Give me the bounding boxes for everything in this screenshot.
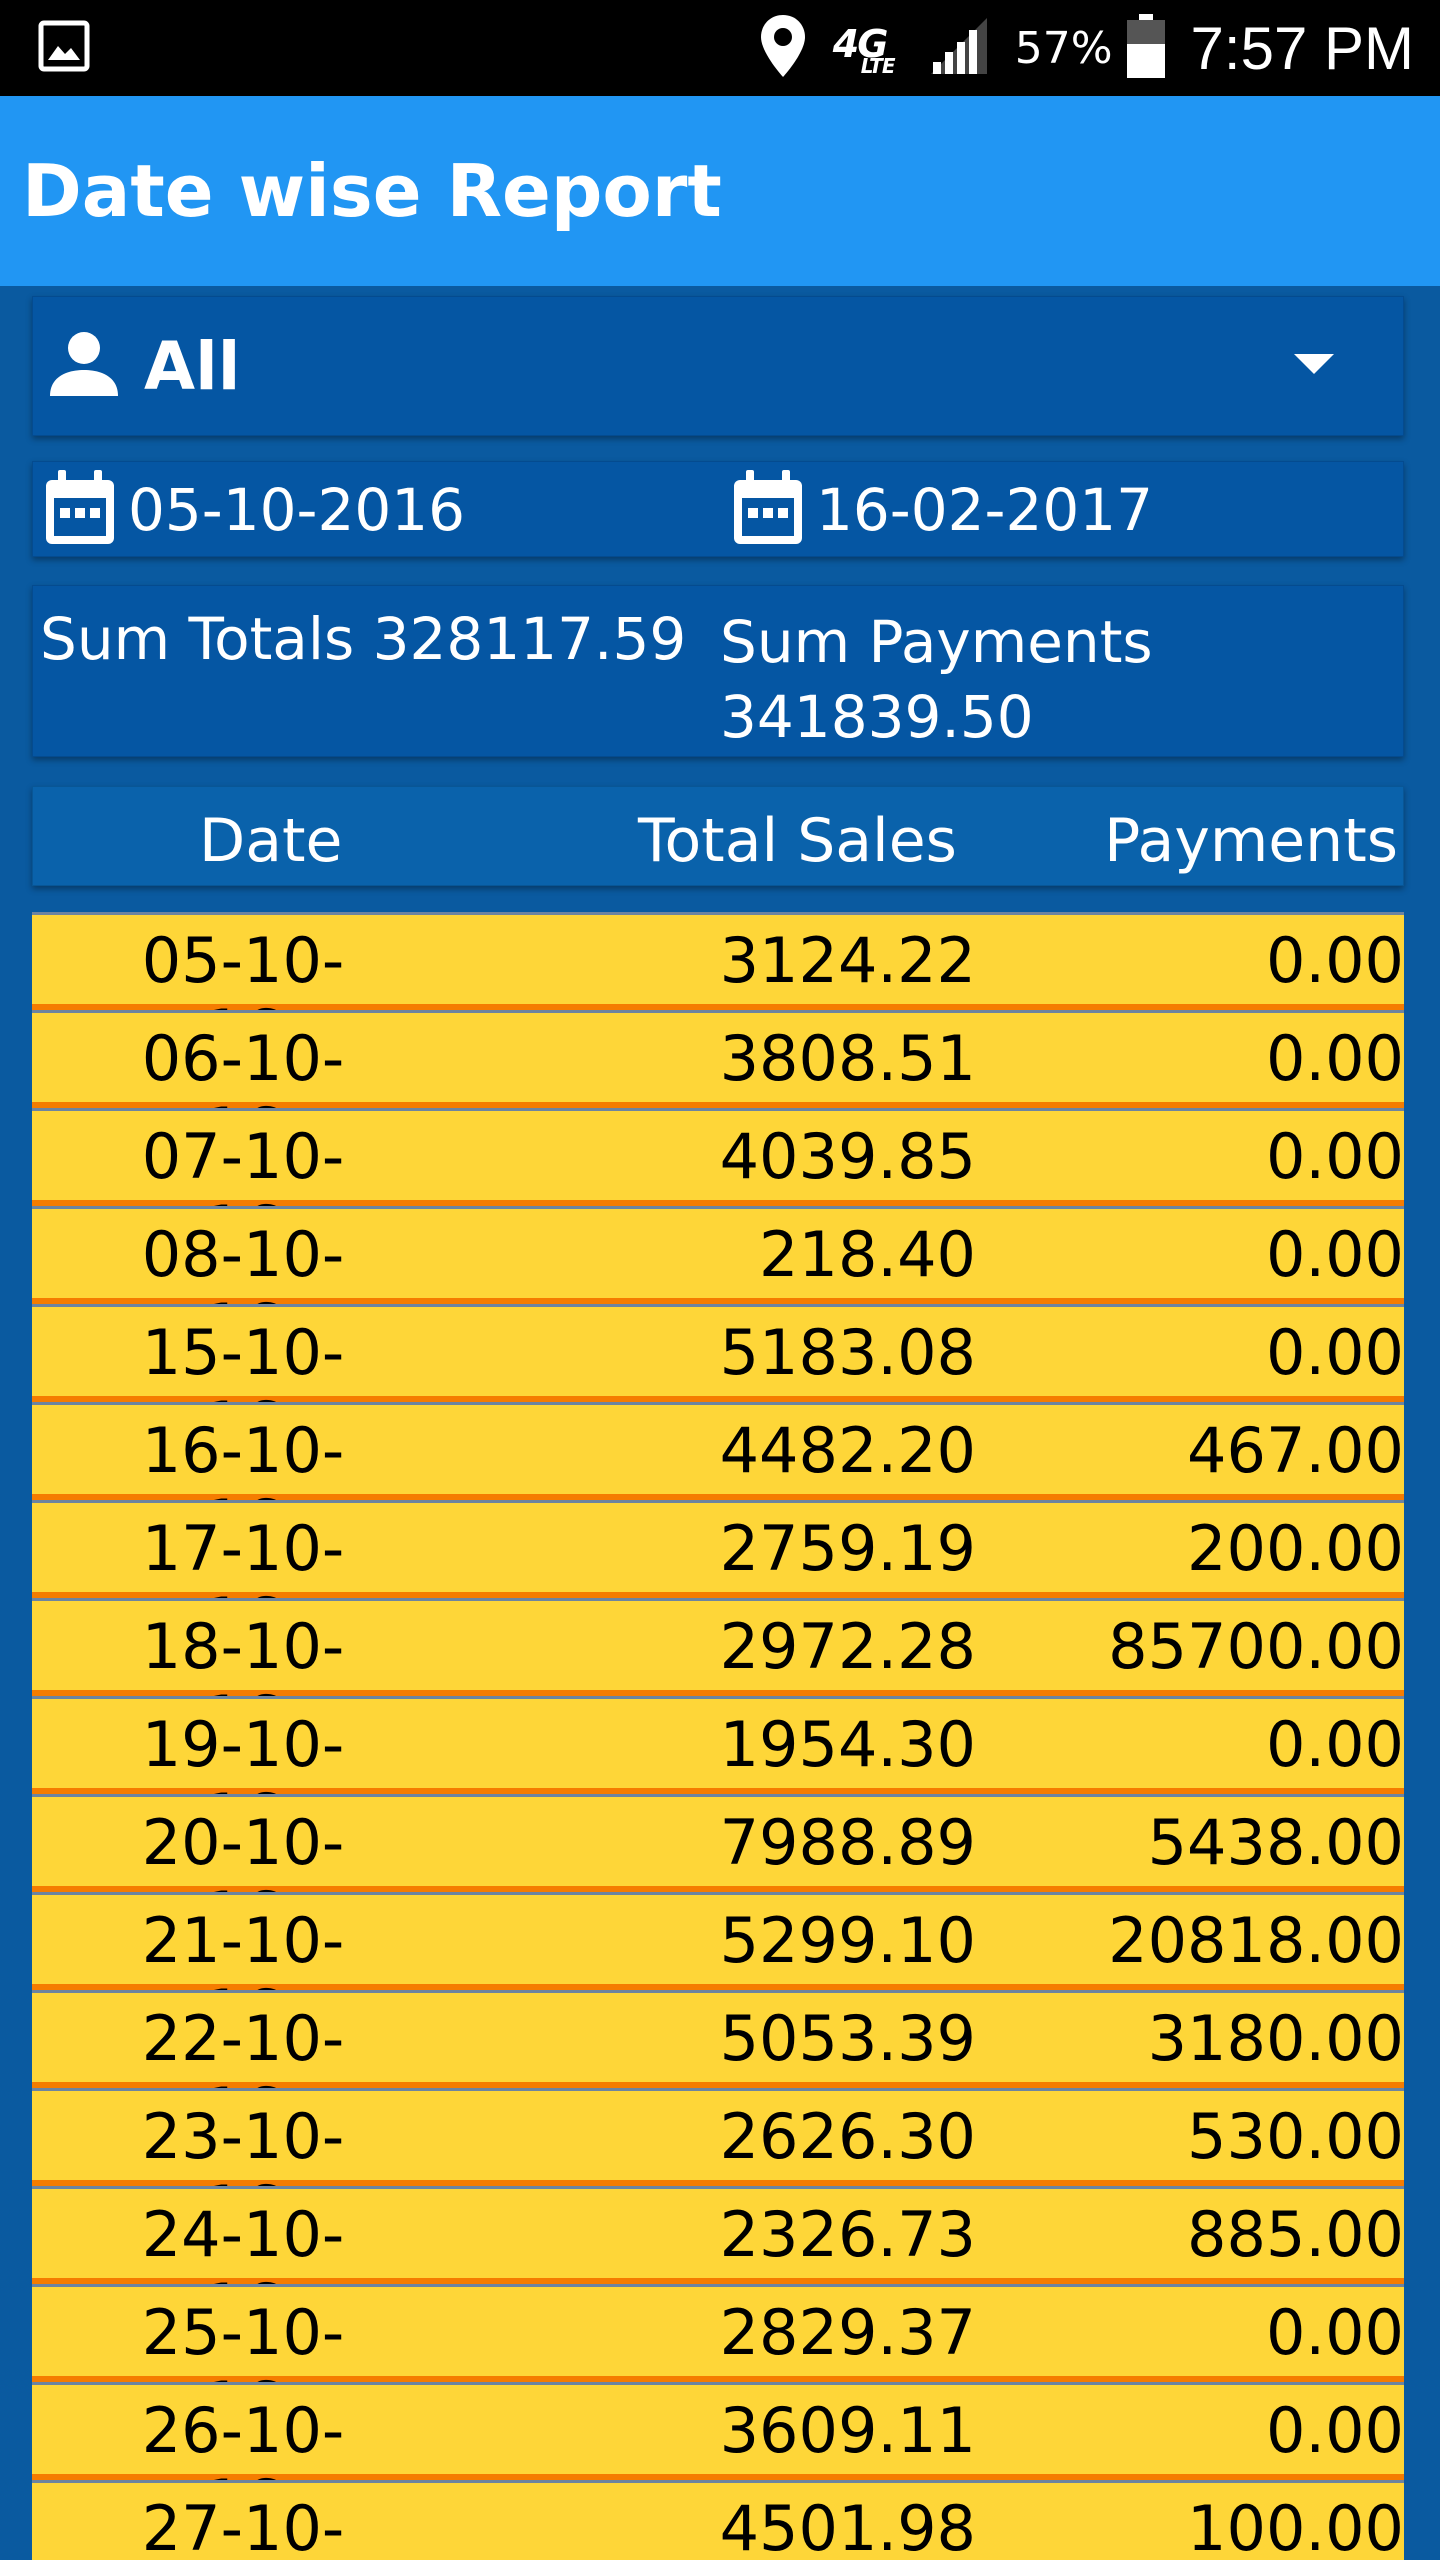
row-total-sales-cell: 2829.37: [719, 2296, 976, 2369]
row-payments-cell: 885.00: [1187, 2198, 1404, 2271]
date-range-panel: 05-10-2016 16-02-2017: [32, 461, 1404, 557]
from-date-picker[interactable]: 05-10-2016: [40, 468, 466, 552]
table-row[interactable]: 20-10-167988.895438.00: [32, 1794, 1404, 1951]
row-total-sales-cell: 1954.30: [719, 1708, 976, 1781]
row-total-sales-cell: 2759.19: [719, 1512, 976, 1585]
row-payments-cell: 200.00: [1187, 1512, 1404, 1585]
person-icon: [46, 326, 122, 406]
network-type-indicator: 4G LTE: [832, 22, 896, 78]
status-bar: 4G LTE 57% 7:57 PM: [0, 0, 1440, 96]
row-payments-cell: 0.00: [1265, 1022, 1404, 1095]
table-row[interactable]: 16-10-164482.20467.00: [32, 1402, 1404, 1559]
row-payments-cell: 0.00: [1265, 2296, 1404, 2369]
row-total-sales-cell: 3808.51: [719, 1022, 976, 1095]
clock: 7:57 PM: [1190, 14, 1414, 82]
column-header-payments: Payments: [1104, 806, 1398, 876]
row-payments-cell: 0.00: [1265, 924, 1404, 997]
table-row[interactable]: 21-10-165299.1020818.00: [32, 1892, 1404, 2049]
row-payments-cell: 0.00: [1265, 2394, 1404, 2467]
row-total-sales-cell: 3124.22: [719, 924, 976, 997]
row-total-sales-cell: 5053.39: [719, 2002, 976, 2075]
user-dropdown-value: All: [144, 327, 241, 405]
row-payments-cell: 0.00: [1265, 1708, 1404, 1781]
table-row[interactable]: 23-10-162626.30530.00: [32, 2088, 1404, 2245]
row-total-sales-cell: 4501.98: [719, 2492, 976, 2560]
row-total-sales-cell: 3609.11: [719, 2394, 976, 2467]
row-payments-cell: 85700.00: [1108, 1610, 1404, 1683]
table-row[interactable]: 17-10-162759.19200.00: [32, 1500, 1404, 1657]
row-payments-cell: 0.00: [1265, 1316, 1404, 1389]
location-icon: [759, 13, 807, 83]
row-payments-cell: 0.00: [1265, 1218, 1404, 1291]
row-payments-cell: 20818.00: [1108, 1904, 1404, 1977]
row-total-sales-cell: 5299.10: [719, 1904, 976, 1977]
table-row[interactable]: 05-10-163124.220.00: [32, 912, 1404, 1069]
app-bar: Date wise Report: [0, 96, 1440, 286]
row-payments-cell: 0.00: [1265, 1120, 1404, 1193]
table-row[interactable]: 25-10-162829.370.00: [32, 2284, 1404, 2441]
sum-totals-value: 328117.59: [372, 605, 687, 673]
from-date-value: 05-10-2016: [128, 476, 466, 544]
row-total-sales-cell: 4039.85: [719, 1120, 976, 1193]
column-header-date: Date: [199, 806, 343, 876]
calendar-icon: [40, 468, 120, 552]
to-date-picker[interactable]: 16-02-2017: [728, 468, 1154, 552]
column-header-total-sales: Total Sales: [638, 806, 957, 876]
report-table[interactable]: 05-10-163124.220.0006-10-163808.510.0007…: [32, 912, 1404, 2560]
table-row[interactable]: 22-10-165053.393180.00: [32, 1990, 1404, 2147]
gallery-notification-icon: [38, 20, 90, 76]
row-total-sales-cell: 2326.73: [719, 2198, 976, 2271]
sum-payments-label: Sum Payments: [720, 608, 1153, 676]
row-total-sales-cell: 218.40: [759, 1218, 976, 1291]
table-row[interactable]: 07-10-164039.850.00: [32, 1108, 1404, 1265]
table-header: Date Total Sales Payments: [32, 786, 1404, 886]
battery-icon: [1126, 14, 1165, 82]
sum-payments-value: 341839.50: [720, 683, 1034, 751]
sum-totals: Sum Totals 328117.59: [40, 605, 686, 673]
row-total-sales-cell: 7988.89: [719, 1806, 976, 1879]
summary-panel: Sum Totals 328117.59 Sum Payments 341839…: [32, 585, 1404, 757]
table-row[interactable]: 06-10-163808.510.00: [32, 1010, 1404, 1167]
sum-totals-label: Sum Totals: [40, 605, 355, 673]
table-row[interactable]: 24-10-162326.73885.00: [32, 2186, 1404, 2343]
table-row[interactable]: 18-10-162972.2885700.00: [32, 1598, 1404, 1755]
page-title: Date wise Report: [22, 149, 722, 233]
row-payments-cell: 530.00: [1187, 2100, 1404, 2173]
dropdown-arrow-icon: [1294, 354, 1334, 374]
row-payments-cell: 5438.00: [1147, 1806, 1404, 1879]
table-row[interactable]: 19-10-161954.300.00: [32, 1696, 1404, 1853]
table-row[interactable]: 27-10-16 4501.98 100.00: [32, 2480, 1404, 2560]
user-dropdown[interactable]: All: [32, 296, 1404, 436]
row-date-cell: 27-10-16: [141, 2492, 345, 2560]
table-row[interactable]: 26-10-163609.110.00: [32, 2382, 1404, 2539]
table-row[interactable]: 15-10-165183.080.00: [32, 1304, 1404, 1461]
row-total-sales-cell: 5183.08: [719, 1316, 976, 1389]
row-payments-cell: 467.00: [1187, 1414, 1404, 1487]
row-total-sales-cell: 2626.30: [719, 2100, 976, 2173]
row-total-sales-cell: 2972.28: [719, 1610, 976, 1683]
table-row[interactable]: 08-10-16218.400.00: [32, 1206, 1404, 1363]
sum-payments: Sum Payments 341839.50: [720, 605, 1153, 755]
row-payments-cell: 100.00: [1187, 2492, 1404, 2560]
row-payments-cell: 3180.00: [1147, 2002, 1404, 2075]
to-date-value: 16-02-2017: [816, 476, 1154, 544]
battery-percentage: 57%: [1014, 22, 1113, 74]
signal-strength-icon: [925, 16, 989, 80]
calendar-icon: [728, 468, 808, 552]
row-total-sales-cell: 4482.20: [719, 1414, 976, 1487]
